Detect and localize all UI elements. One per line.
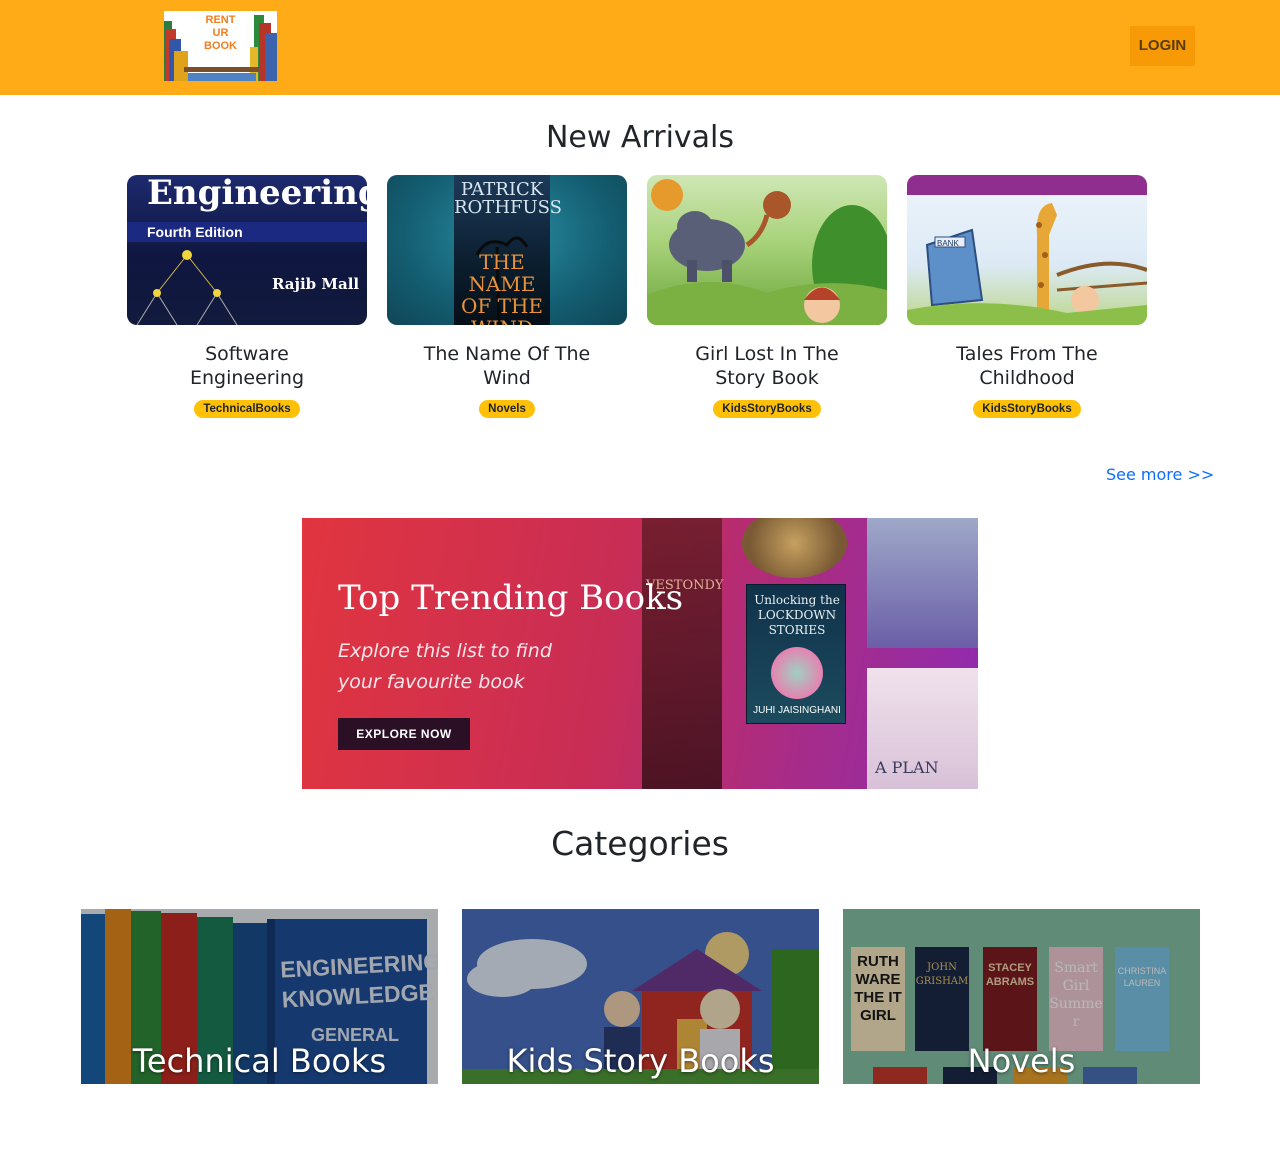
banner-book-cover: VESTONDY [642,518,724,789]
banner-subtitle: Explore this list to find your favourite… [338,640,552,693]
banner-title: Top Trending Books [338,578,684,618]
banner-book-cover-text: A PLAN [875,758,939,777]
site-logo[interactable]: RENT UR BOOK [164,11,277,81]
categories-title: Categories [551,824,729,863]
see-more-link[interactable]: See more >> [1106,465,1214,484]
book-cover-image[interactable] [647,175,887,325]
top-navbar: RENT UR BOOK LOGIN [0,0,1280,95]
book-cover-image[interactable]: BANK [907,175,1147,325]
cover-title: Engineering [147,175,367,213]
category-label: Kids Story Books [506,1042,775,1080]
trending-books-banner[interactable]: VESTONDY Unlocking the LOCKDOWN STORIES … [302,518,978,789]
new-arrivals-title: New Arrivals [545,120,735,155]
banner-book-cover: Unlocking the LOCKDOWN STORIES JUHI JAIS… [746,584,846,724]
cover-sign: BANK [937,239,959,248]
cover-author: Rajib Mall [272,275,360,293]
category-badge: TechnicalBooks [194,400,300,418]
book-title[interactable]: Software Engineering [127,342,367,390]
cover-title: THE NAME OF THE WIND [460,250,543,325]
category-badge: Novels [479,400,535,418]
login-button[interactable]: LOGIN [1130,26,1195,66]
book-card[interactable]: PATRICK ROTHFUSS THE NAME OF THE WIND Th… [387,175,627,418]
book-cover-image[interactable]: PATRICK ROTHFUSS THE NAME OF THE WIND [387,175,627,325]
logo-text: RENT UR BOOK [204,14,237,52]
banner-book-cover-text: Unlocking the LOCKDOWN STORIES [754,593,840,637]
banner-book-cover: A PLAN [867,668,978,789]
cover-author: PATRICK ROTHFUSS [454,179,563,218]
book-card[interactable]: Engineering Fourth Edition Rajib Mall So… [127,175,367,418]
category-kids-story-books[interactable]: Kids Story Books [462,909,819,1084]
book-title[interactable]: Tales From The Childhood [907,342,1147,390]
category-novels[interactable]: RUTH WARE THE IT GIRL JOHN GRISHAM STACE… [843,909,1200,1084]
banner-book-cover [867,518,978,648]
explore-now-button[interactable]: EXPLORE NOW [338,718,470,750]
cover-edition: Fourth Edition [147,224,243,240]
book-title[interactable]: Girl Lost In The Story Book [647,342,887,390]
book-cover-image[interactable]: Engineering Fourth Edition Rajib Mall [127,175,367,325]
category-badge: KidsStoryBooks [973,400,1081,418]
category-badge: KidsStoryBooks [713,400,821,418]
cover-jungle-illustration-icon [647,179,887,325]
book-card[interactable]: BANK Tales From The Childhood KidsStoryB… [907,175,1147,418]
cover-giraffe-illustration-icon [907,175,1147,325]
category-label: Technical Books [132,1042,387,1080]
banner-food-image [742,518,847,578]
book-card[interactable]: Girl Lost In The Story Book KidsStoryBoo… [647,175,887,418]
category-label: Novels [967,1042,1076,1080]
banner-book-author: JUHI JAISINGHANI [753,705,841,716]
book-title[interactable]: The Name Of The Wind [387,342,627,390]
category-technical-books[interactable]: ENGINEERING KNOWLEDGE GENERAL Technical … [81,909,438,1084]
